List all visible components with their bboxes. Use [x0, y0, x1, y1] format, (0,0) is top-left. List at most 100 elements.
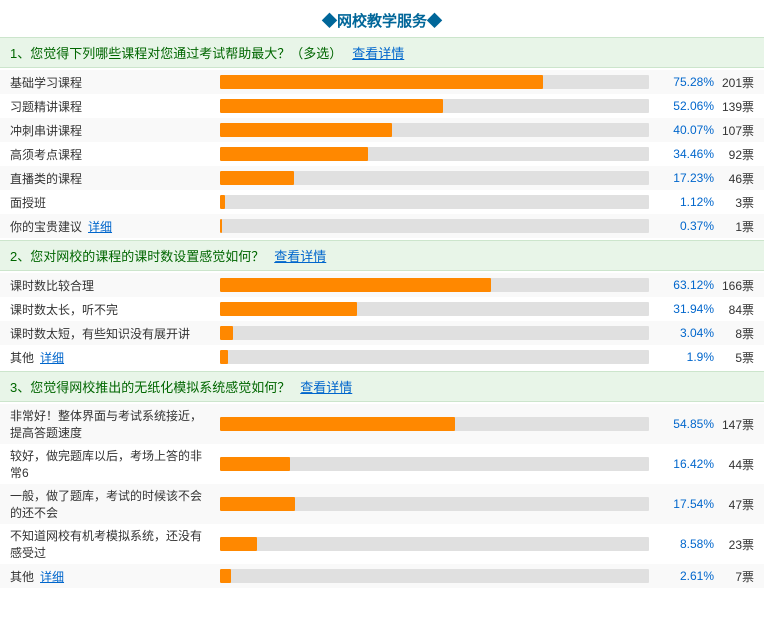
table-row: 冲刺串讲课程40.07%107票 — [0, 118, 764, 142]
section-detail-link-2[interactable]: 查看详情 — [274, 249, 326, 264]
bar-container — [220, 569, 649, 583]
row-percent: 63.12% — [659, 278, 714, 292]
bar-container — [220, 75, 649, 89]
section-header-1: 1、您觉得下列哪些课程对您通过考试帮助最大？（多选） 查看详情 — [0, 37, 764, 68]
row-votes: 5票 — [714, 349, 754, 366]
bar-fill — [220, 350, 228, 364]
row-votes: 23票 — [714, 536, 754, 553]
row-percent: 8.58% — [659, 537, 714, 551]
section-label-2: 2、您对网校的课程的课时数设置感觉如何？ — [10, 249, 264, 264]
row-label: 非常好！整体界面与考试系统接近，提高答题速度 — [10, 407, 210, 441]
row-percent: 54.85% — [659, 417, 714, 431]
row-label: 直播类的课程 — [10, 170, 210, 187]
row-votes: 139票 — [714, 98, 754, 115]
row-label: 不知道网校有机考模拟系统，还没有感受过 — [10, 527, 210, 561]
bar-container — [220, 457, 649, 471]
row-detail-link[interactable]: 详细 — [88, 220, 112, 234]
table-row: 高须考点课程34.46%92票 — [0, 142, 764, 166]
row-label: 较好，做完题库以后，考场上答的非常6 — [10, 447, 210, 481]
row-label: 一般，做了题库，考试的时候该不会的还不会 — [10, 487, 210, 521]
row-label: 课时数太短，有些知识没有展开讲 — [10, 325, 210, 342]
row-percent: 3.04% — [659, 326, 714, 340]
row-label: 课时数比较合理 — [10, 277, 210, 294]
bar-container — [220, 326, 649, 340]
row-percent: 17.23% — [659, 171, 714, 185]
row-percent: 1.9% — [659, 350, 714, 364]
section-detail-link-3[interactable]: 查看详情 — [300, 380, 352, 395]
bar-container — [220, 537, 649, 551]
row-percent: 34.46% — [659, 147, 714, 161]
page-title: ◆网校教学服务◆ — [0, 0, 764, 37]
table-row: 基础学习课程75.28%201票 — [0, 70, 764, 94]
bar-fill — [220, 99, 443, 113]
bar-fill — [220, 537, 257, 551]
row-votes: 84票 — [714, 301, 754, 318]
bar-container — [220, 350, 649, 364]
row-votes: 8票 — [714, 325, 754, 342]
row-percent: 0.37% — [659, 219, 714, 233]
row-votes: 107票 — [714, 122, 754, 139]
bar-container — [220, 497, 649, 511]
row-votes: 44票 — [714, 456, 754, 473]
row-label: 高须考点课程 — [10, 146, 210, 163]
table-row: 习题精讲课程52.06%139票 — [0, 94, 764, 118]
table-row: 较好，做完题库以后，考场上答的非常6 16.42%44票 — [0, 444, 764, 484]
row-label: 课时数太长，听不完 — [10, 301, 210, 318]
table-row: 课时数比较合理 63.12%166票 — [0, 273, 764, 297]
row-percent: 17.54% — [659, 497, 714, 511]
row-label: 其他详细 — [10, 568, 210, 585]
row-votes: 1票 — [714, 218, 754, 235]
table-row: 不知道网校有机考模拟系统，还没有感受过 8.58%23票 — [0, 524, 764, 564]
row-detail-link[interactable]: 详细 — [40, 570, 64, 584]
bar-container — [220, 99, 649, 113]
table-row: 面授班1.12%3票 — [0, 190, 764, 214]
bar-fill — [220, 302, 357, 316]
section-table-1: 基础学习课程75.28%201票习题精讲课程52.06%139票冲刺串讲课程40… — [0, 68, 764, 240]
section-table-2: 课时数比较合理 63.12%166票课时数太长，听不完 31.94%84票课时数太短… — [0, 271, 764, 371]
bar-fill — [220, 457, 290, 471]
bar-fill — [220, 326, 233, 340]
table-row: 其他详细2.61%7票 — [0, 564, 764, 588]
table-row: 课时数太长，听不完 31.94%84票 — [0, 297, 764, 321]
row-votes: 46票 — [714, 170, 754, 187]
row-percent: 16.42% — [659, 457, 714, 471]
section-detail-link-1[interactable]: 查看详情 — [352, 46, 404, 61]
section-header-3: 3、您觉得网校推出的无纸化模拟系统感觉如何？ 查看详情 — [0, 371, 764, 402]
row-percent: 31.94% — [659, 302, 714, 316]
section-label-1: 1、您觉得下列哪些课程对您通过考试帮助最大？（多选） — [10, 46, 342, 61]
row-percent: 52.06% — [659, 99, 714, 113]
row-label: 面授班 — [10, 194, 210, 211]
row-votes: 147票 — [714, 416, 754, 433]
bar-container — [220, 195, 649, 209]
bar-container — [220, 417, 649, 431]
row-percent: 75.28% — [659, 75, 714, 89]
bar-fill — [220, 497, 295, 511]
bar-fill — [220, 569, 231, 583]
row-percent: 2.61% — [659, 569, 714, 583]
row-votes: 201票 — [714, 74, 754, 91]
table-row: 其他详细 1.9%5票 — [0, 345, 764, 369]
section-label-3: 3、您觉得网校推出的无纸化模拟系统感觉如何？ — [10, 380, 290, 395]
bar-container — [220, 123, 649, 137]
table-row: 课时数太短，有些知识没有展开讲 3.04%8票 — [0, 321, 764, 345]
bar-fill — [220, 219, 222, 233]
bar-container — [220, 171, 649, 185]
bar-container — [220, 302, 649, 316]
bar-fill — [220, 171, 294, 185]
bar-fill — [220, 195, 225, 209]
bar-fill — [220, 278, 491, 292]
bar-fill — [220, 75, 543, 89]
bar-container — [220, 147, 649, 161]
bar-container — [220, 219, 649, 233]
row-votes: 3票 — [714, 194, 754, 211]
row-votes: 47票 — [714, 496, 754, 513]
row-label: 其他详细 — [10, 349, 210, 366]
row-label: 冲刺串讲课程 — [10, 122, 210, 139]
table-row: 非常好！整体界面与考试系统接近，提高答题速度 54.85%147票 — [0, 404, 764, 444]
table-row: 直播类的课程 17.23%46票 — [0, 166, 764, 190]
row-detail-link[interactable]: 详细 — [40, 351, 64, 365]
row-votes: 166票 — [714, 277, 754, 294]
bar-container — [220, 278, 649, 292]
section-table-3: 非常好！整体界面与考试系统接近，提高答题速度 54.85%147票较好，做完题库以… — [0, 402, 764, 590]
bar-fill — [220, 123, 392, 137]
